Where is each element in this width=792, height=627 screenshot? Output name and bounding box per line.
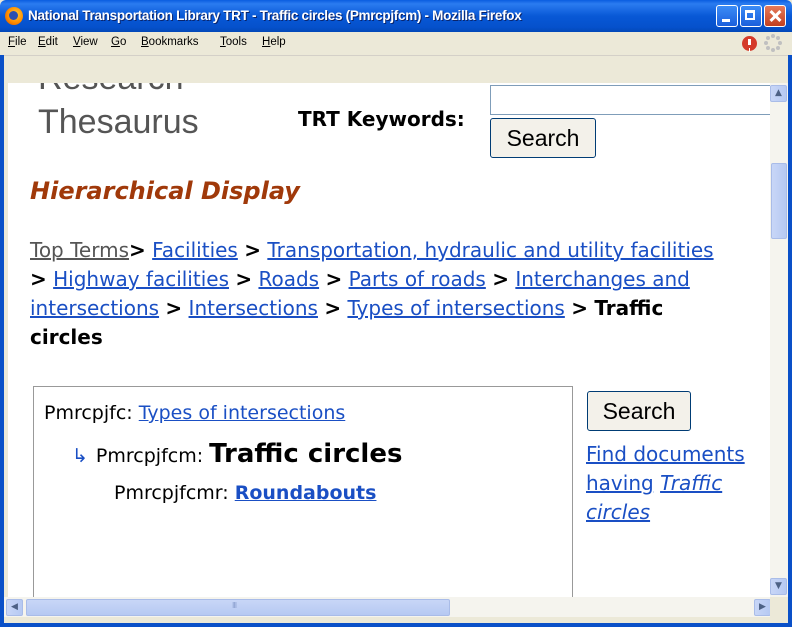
breadcrumb-link-types-of-intersections[interactable]: Types of intersections [347, 296, 564, 320]
breadcrumb-top-terms[interactable]: Top Terms [30, 238, 129, 262]
scroll-right-button[interactable]: ▶ [754, 599, 771, 616]
vertical-scroll-thumb[interactable] [771, 163, 787, 239]
scrollbar-corner [770, 597, 788, 617]
breadcrumb-link-parts-of-roads[interactable]: Parts of roads [349, 267, 486, 291]
parent-link[interactable]: Types of intersections [139, 402, 346, 424]
scroll-left-button[interactable]: ◀ [6, 599, 23, 616]
page-title: Hierarchical Display [30, 177, 300, 205]
logo-partial-text: Research [38, 83, 184, 98]
parent-code: Pmrcpjfc: [44, 402, 133, 424]
hierarchy-tree: Pmrcpjfc: Types of intersections ↳ Pmrcpj… [33, 386, 573, 597]
child-link-roundabouts[interactable]: Roundabouts [235, 482, 377, 504]
firefox-icon [5, 7, 23, 25]
breadcrumb-link-intersections[interactable]: Intersections [189, 296, 318, 320]
window-title: National Transportation Library TRT - Tr… [28, 8, 522, 23]
stop-icon[interactable] [742, 36, 757, 51]
current-term: Traffic circles [209, 439, 403, 469]
horizontal-scroll-thumb[interactable] [26, 599, 450, 616]
breadcrumb-link-transportation-facilities[interactable]: Transportation, hydraulic and utility fa… [267, 238, 713, 262]
window-frame-bottom [0, 623, 792, 627]
keywords-input[interactable] [490, 85, 770, 115]
maximize-button[interactable] [740, 5, 762, 27]
window-frame-right [788, 55, 792, 627]
current-code: Pmrcpjfcm: [95, 445, 204, 467]
menu-bookmarks[interactable]: Bookmarks [141, 36, 199, 48]
menu-tools[interactable]: Tools [220, 36, 247, 48]
menu-file[interactable]: File [8, 36, 27, 48]
scroll-up-button[interactable]: ▲ [770, 85, 787, 102]
menu-view[interactable]: View [73, 36, 98, 48]
horizontal-scrollbar[interactable]: ◀ ▶ [4, 597, 771, 617]
tree-current-row: ↳ Pmrcpjfcm: Traffic circles [72, 439, 402, 469]
menu-edit[interactable]: Edit [38, 36, 58, 48]
child-arrow-icon: ↳ [72, 445, 88, 467]
page-content: Research Thesaurus TRT Keywords: Search … [8, 83, 770, 597]
breadcrumb-link-roads[interactable]: Roads [258, 267, 319, 291]
tree-parent-row: Pmrcpjfc: Types of intersections [44, 402, 345, 424]
find-documents-link[interactable]: Find documents having Traffic circles [586, 440, 746, 527]
scroll-down-button[interactable]: ▼ [770, 578, 787, 595]
vertical-scrollbar[interactable]: ▲ ▼ [770, 83, 788, 597]
title-bar[interactable]: National Transportation Library TRT - Tr… [0, 0, 792, 32]
window-frame-left [0, 55, 4, 627]
breadcrumb-link-facilities[interactable]: Facilities [152, 238, 238, 262]
documents-search-button[interactable]: Search [587, 391, 691, 431]
menu-go[interactable]: Go [111, 36, 126, 48]
minimize-button[interactable] [716, 5, 738, 27]
keywords-label: TRT Keywords: [298, 107, 465, 131]
breadcrumb: Top Terms> Facilities > Transportation, … [30, 238, 714, 349]
tree-child-row: Pmrcpjfcmr: Roundabouts [114, 482, 376, 504]
close-button[interactable] [764, 5, 786, 27]
menu-help[interactable]: Help [262, 36, 286, 48]
breadcrumb-link-highway-facilities[interactable]: Highway facilities [53, 267, 229, 291]
child-code: Pmrcpjfcmr: [114, 482, 229, 504]
menu-bar: File Edit View Go Bookmarks Tools Help [0, 32, 792, 56]
search-button[interactable]: Search [490, 118, 596, 158]
throbber-icon [764, 34, 782, 52]
logo-thesaurus: Thesaurus [38, 103, 199, 141]
